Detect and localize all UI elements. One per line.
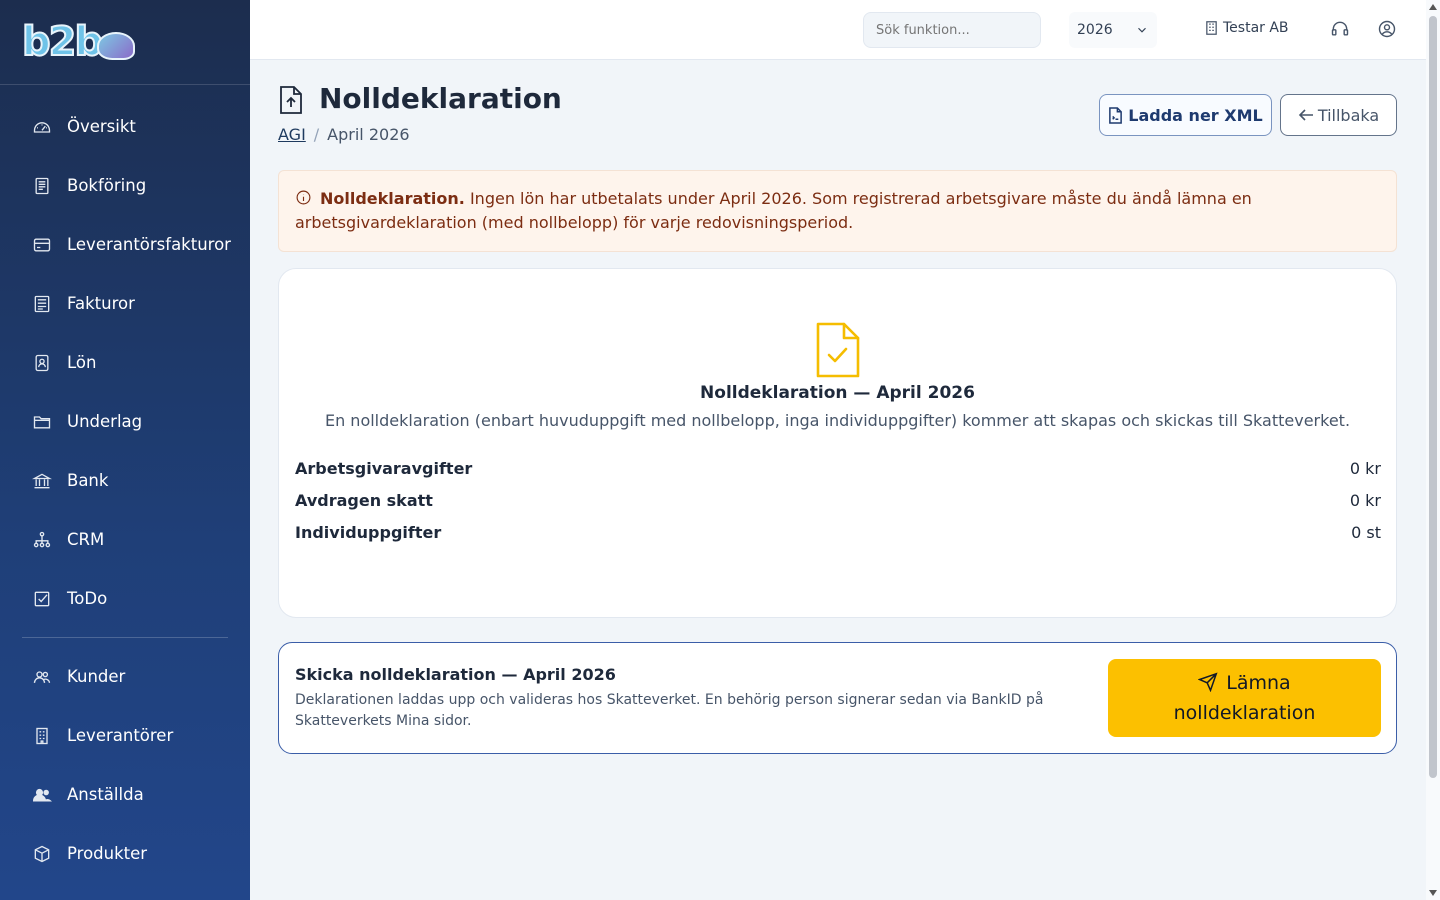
year-select[interactable]: 2026 [1069, 12, 1157, 48]
sidebar-item-label: ToDo [67, 589, 108, 608]
arrow-left-icon [1298, 109, 1313, 121]
company-name: Testar AB [1223, 20, 1289, 36]
sidebar-item-label: Bank [67, 471, 109, 490]
summary-row: Individuppgifter 0 st [295, 523, 1381, 542]
scrollbar[interactable] [1426, 0, 1440, 900]
invoice-icon [32, 294, 52, 314]
submit-card: Skicka nolldeklaration — April 2026 Dekl… [278, 642, 1397, 754]
breadcrumb-separator: / [313, 125, 320, 144]
document-check-icon [815, 321, 861, 379]
gauge-icon [32, 117, 52, 137]
sidebar-item-anstallda[interactable]: Anställda [0, 765, 250, 824]
sidebar-item-label: Anställda [67, 785, 144, 804]
search-input[interactable] [863, 12, 1041, 48]
info-icon [295, 189, 312, 206]
sidebar-item-label: Leverantörsfakturor [67, 235, 231, 254]
sidebar-item-label: Lön [67, 353, 97, 372]
chevron-down-icon [1138, 27, 1146, 33]
summary-title: Nolldeklaration — April 2026 [700, 383, 975, 403]
sidebar-item-label: Leverantörer [67, 726, 174, 745]
sidebar-item-bokforing[interactable]: Bokföring [0, 156, 250, 215]
sidebar-item-todo[interactable]: ToDo [0, 569, 250, 628]
box-icon [32, 844, 52, 864]
submit-title: Skicka nolldeklaration — April 2026 [295, 665, 616, 684]
zero-declaration-alert: Nolldeklaration. Ingen lön har utbetalat… [278, 170, 1397, 252]
summary-row: Avdragen skatt 0 kr [295, 491, 1381, 510]
summary-row-value: 0 kr [1349, 491, 1381, 510]
main-nav: Översikt Bokföring Leverantörsfakturor F… [0, 85, 250, 628]
page-title: Nolldeklaration [319, 82, 562, 115]
sidebar-item-bank[interactable]: Bank [0, 451, 250, 510]
page-header: Nolldeklaration AGI / April 2026 Ladda ner… [278, 60, 1397, 170]
network-icon [32, 530, 52, 550]
headset-icon[interactable] [1330, 19, 1350, 39]
credit-card-icon [32, 235, 52, 255]
file-upload-icon [278, 85, 304, 115]
summary-card: Nolldeklaration — April 2026 En nolldekl… [278, 268, 1397, 618]
sidebar-item-label: Underlag [67, 412, 143, 431]
sidebar-item-label: Kunder [67, 667, 126, 686]
sidebar-item-label: Produkter [67, 844, 148, 863]
sidebar-item-lon[interactable]: Lön [0, 333, 250, 392]
breadcrumb: AGI / April 2026 [278, 125, 410, 144]
summary-row: Arbetsgivaravgifter 0 kr [295, 459, 1381, 478]
breadcrumb-link-agi[interactable]: AGI [278, 125, 306, 144]
download-xml-label: Ladda ner XML [1128, 105, 1263, 125]
scroll-thumb[interactable] [1429, 16, 1437, 778]
sidebar-item-label: Bokföring [67, 176, 147, 195]
summary-row-value: 0 kr [1349, 459, 1381, 478]
sidebar-item-leverantorsfakturor[interactable]: Leverantörsfakturor [0, 215, 250, 274]
summary-row-label: Individuppgifter [295, 523, 442, 542]
topbar: 2026 Testar AB [250, 0, 1426, 60]
sidebar: b2b Översikt Bokföring Leverantörsfaktur… [0, 0, 250, 900]
summary-row-label: Avdragen skatt [295, 491, 433, 510]
logo-mascot [97, 32, 136, 60]
summary-row-value: 0 st [1351, 523, 1381, 542]
main-content: Nolldeklaration AGI / April 2026 Ladda ner… [278, 60, 1397, 754]
summary-subtitle: En nolldeklaration (enbart huvuduppgift … [324, 411, 1351, 430]
submit-button-line2: nolldeklaration [1173, 702, 1316, 724]
secondary-nav: Kunder Leverantörer Anställda Produkter [0, 647, 250, 883]
sidebar-item-produkter[interactable]: Produkter [0, 824, 250, 883]
scroll-down-arrow[interactable] [1429, 890, 1437, 896]
nav-divider [22, 637, 228, 638]
sidebar-item-oversikt[interactable]: Översikt [0, 97, 250, 156]
logo[interactable]: b2b [0, 0, 250, 85]
file-code-icon [1109, 106, 1123, 124]
submit-description: Deklarationen laddas upp och valideras h… [295, 692, 1044, 729]
sidebar-item-label: CRM [67, 530, 105, 549]
building-icon [1206, 21, 1217, 35]
back-label: Tillbaka [1317, 105, 1380, 125]
send-icon [1197, 672, 1218, 693]
summary-row-label: Arbetsgivaravgifter [295, 459, 473, 478]
submit-button-line1: Lämna [1226, 672, 1291, 694]
sidebar-item-kunder[interactable]: Kunder [0, 647, 250, 706]
ledger-icon [32, 176, 52, 196]
payroll-icon [32, 353, 52, 373]
sidebar-item-crm[interactable]: CRM [0, 510, 250, 569]
sidebar-item-fakturor[interactable]: Fakturor [0, 274, 250, 333]
checkbox-icon [32, 589, 52, 609]
alert-strong: Nolldeklaration. [320, 189, 465, 208]
submit-zero-declaration-button[interactable]: Lämna nolldeklaration [1108, 659, 1381, 737]
year-value: 2026 [1077, 22, 1113, 38]
building-icon [32, 726, 52, 746]
user-avatar-icon[interactable] [1377, 19, 1397, 39]
sidebar-item-label: Fakturor [67, 294, 135, 313]
employees-icon [32, 785, 52, 805]
sidebar-item-underlag[interactable]: Underlag [0, 392, 250, 451]
sidebar-item-leverantorer[interactable]: Leverantörer [0, 706, 250, 765]
download-xml-button[interactable]: Ladda ner XML [1099, 94, 1272, 136]
sidebar-item-label: Översikt [67, 117, 136, 136]
company-selector[interactable]: Testar AB [1205, 20, 1289, 36]
logo-text: b2b [21, 19, 104, 65]
bank-icon [32, 471, 52, 491]
folder-icon [32, 412, 52, 432]
customers-icon [32, 667, 52, 687]
breadcrumb-current: April 2026 [327, 125, 410, 144]
back-button[interactable]: Tillbaka [1280, 94, 1397, 136]
scroll-up-arrow[interactable] [1429, 4, 1437, 10]
